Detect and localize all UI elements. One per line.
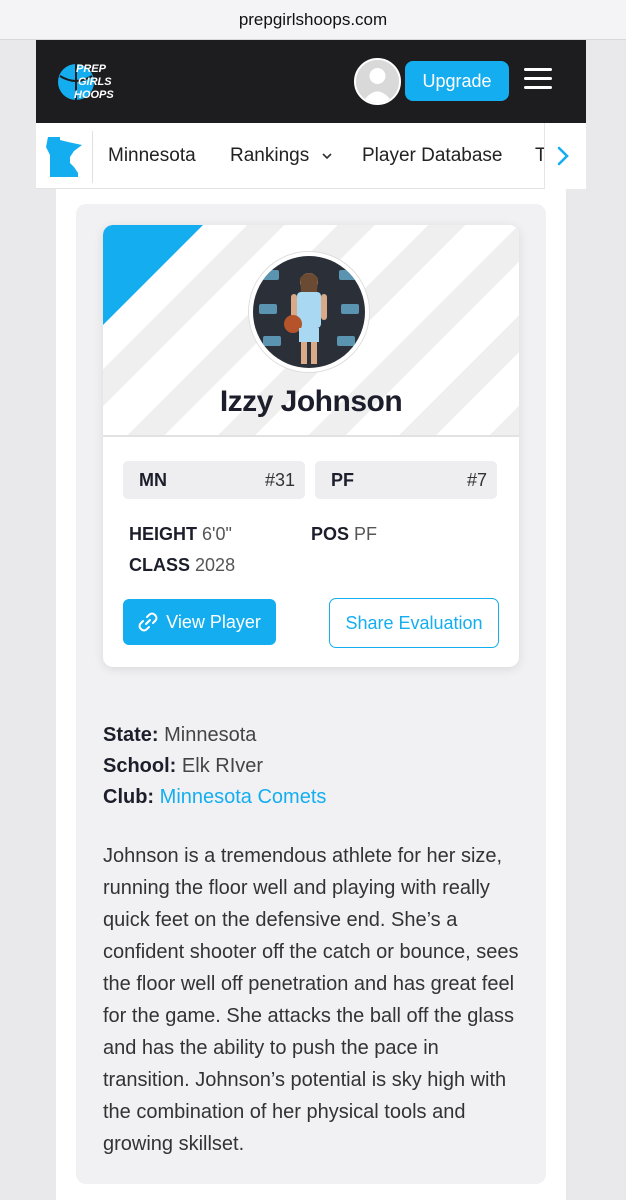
player-photo[interactable] (249, 252, 369, 372)
state-value: Minnesota (164, 724, 257, 746)
nav-item-minnesota[interactable]: Minnesota (108, 145, 196, 167)
school-label: School: (103, 755, 177, 777)
view-player-button[interactable]: View Player (123, 599, 276, 645)
position-rank: #7 (466, 469, 487, 490)
state-code: MN (139, 469, 167, 490)
class-attr: CLASS 2028 (129, 555, 235, 576)
browser-url-bar[interactable]: prepgirlshoops.com (0, 0, 626, 40)
state-rank-chip: MN #31 (123, 461, 305, 499)
club-label: Club: (103, 786, 155, 808)
detail-club: Club: Minnesota Comets (103, 786, 326, 809)
minnesota-state-icon[interactable] (44, 135, 84, 179)
detail-school: School: Elk RIver (103, 755, 263, 778)
player-card: Izzy Johnson MN #31 PF #7 HEIGHT 6'0" PO… (103, 225, 519, 667)
view-player-label: View Player (166, 611, 261, 632)
state-rank: #31 (264, 469, 295, 490)
upgrade-button[interactable]: Upgrade (405, 61, 509, 101)
user-silhouette-icon (356, 60, 399, 103)
logo-line-1: PREP (76, 63, 107, 75)
position-code: PF (331, 469, 355, 490)
link-icon (138, 612, 158, 632)
class-label: CLASS (129, 555, 191, 575)
accent-corner (103, 225, 203, 325)
class-value: 2028 (195, 555, 236, 575)
nav-item-player-database[interactable]: Player Database (362, 145, 502, 167)
logo-line-2: GIRLS (78, 76, 112, 88)
player-evaluation-text: Johnson is a tremendous athlete for her … (103, 845, 519, 1155)
position-rank-chip: PF #7 (315, 461, 497, 499)
height-attr: HEIGHT 6'0" (129, 524, 232, 545)
site-header: PREP GIRLS HOOPS Upgrade (36, 40, 586, 123)
url-text: prepgirlshoops.com (238, 9, 388, 29)
hamburger-menu-icon[interactable] (524, 68, 552, 94)
nav-item-rankings-label: Rankings (230, 145, 310, 166)
state-label: State: (103, 724, 159, 746)
pos-value: PF (354, 524, 378, 544)
chevron-right-icon[interactable] (556, 145, 570, 167)
player-name: Izzy Johnson (219, 385, 403, 418)
height-value: 6'0" (202, 524, 232, 544)
detail-state: State: Minnesota (103, 724, 256, 747)
share-evaluation-button[interactable]: Share Evaluation (329, 598, 499, 648)
school-value: Elk RIver (181, 755, 264, 777)
user-avatar[interactable] (354, 58, 401, 105)
pos-attr: POS PF (311, 524, 377, 545)
nav-item-rankings[interactable]: Rankings (230, 145, 333, 167)
logo-line-3: HOOPS (74, 89, 114, 101)
pos-label: POS (311, 524, 350, 544)
chevron-down-icon (321, 153, 332, 160)
height-label: HEIGHT (129, 524, 198, 544)
nav-divider (92, 131, 93, 183)
club-link[interactable]: Minnesota Comets (160, 786, 327, 808)
prep-girls-hoops-logo[interactable]: PREP GIRLS HOOPS (56, 58, 134, 104)
player-card-hero: Izzy Johnson (103, 225, 519, 437)
state-nav-bar: Minnesota Rankings Player Database T (36, 123, 586, 189)
